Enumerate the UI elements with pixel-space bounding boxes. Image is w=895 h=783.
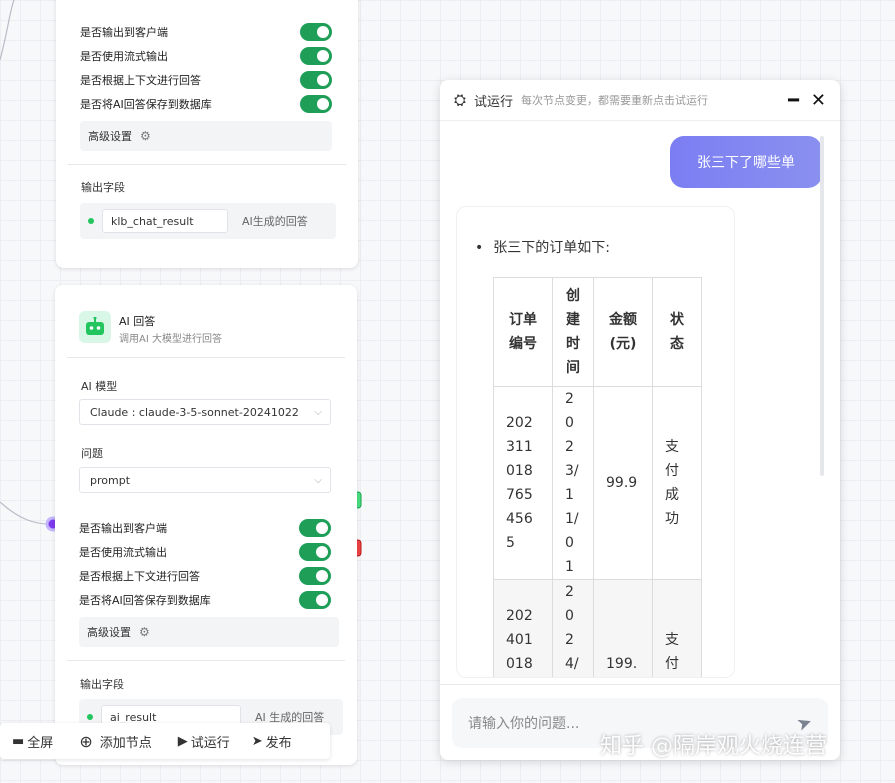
table-cell: 199.9 [593, 579, 653, 677]
toggle-row: 是否根据上下文进行回答 [80, 68, 332, 92]
toggle-label: 是否根据上下文进行回答 [80, 74, 201, 87]
debug-icon: ⛭ [454, 91, 467, 109]
toggle-label: 是否输出到客户端 [79, 522, 167, 535]
divider [68, 164, 346, 165]
toggle-switch[interactable] [299, 567, 331, 585]
table-cell: 2024/01/01 [552, 579, 594, 677]
robot-icon [79, 311, 111, 343]
table-cell: 2024010184334750 [493, 579, 553, 677]
publish-button[interactable]: ➤ 发布 [252, 732, 292, 751]
trial-run-panel: ⛭ 试运行 每次节点变更，都需要重新点击试运行 ━ ✕ 张三下了哪些单 张三下的… [440, 80, 840, 760]
ai-answer-node[interactable]: AI 回答 调用AI 大模型进行回答 AI 模型 Claude : claude… [55, 285, 357, 765]
table-cell: 2023110187654565 [493, 386, 553, 580]
table-row: 2023110187654565 2023/11/01 99.9 支付成功 [493, 386, 702, 580]
toggle-label: 是否使用流式输出 [79, 546, 167, 559]
user-message-text: 张三下了哪些单 [697, 155, 795, 171]
divider [67, 357, 345, 358]
output-field-row: klb_chat_result AI生成的回答 [80, 203, 336, 239]
fullscreen-button[interactable]: ▬ 全屏 [12, 732, 53, 751]
toggle-switch[interactable] [299, 519, 331, 537]
toggle-switch[interactable] [300, 95, 332, 113]
node-subtitle: 调用AI 大模型进行回答 [119, 334, 222, 345]
toggle-switch[interactable] [300, 23, 332, 41]
toggle-row: 是否根据上下文进行回答 [79, 564, 331, 588]
ai-message-bubble: 张三下的订单如下: 订单编号 创建时间 金额(元) 状态 20231101876… [456, 206, 735, 678]
node-title: AI 回答 [119, 315, 156, 328]
toggle-label: 是否将AI回答保存到数据库 [79, 594, 211, 607]
table-header: 创建时间 [552, 277, 594, 387]
toggle-switch[interactable] [300, 47, 332, 65]
gear-icon: ⚙ [139, 625, 150, 639]
toggle-row: 是否将AI回答保存到数据库 [80, 92, 332, 116]
table-header: 订单编号 [493, 277, 553, 387]
toggle-label: 是否使用流式输出 [80, 50, 168, 63]
output-section-label: 输出字段 [81, 181, 125, 194]
toggle-switch[interactable] [299, 591, 331, 609]
panel-header: ⛭ 试运行 每次节点变更，都需要重新点击试运行 ━ ✕ [440, 80, 840, 121]
table-cell: 99.9 [593, 386, 653, 580]
canvas-toolbar: ▬ 全屏 ⊕ 添加节点 ▶ 试运行 ➤ 发布 [0, 723, 330, 759]
model-label: AI 模型 [81, 380, 118, 393]
model-select-value: Claude : claude-3-5-sonnet-20241022 [90, 406, 299, 419]
question-select[interactable]: prompt ⌵ [79, 467, 331, 493]
question-select-value: prompt [90, 474, 131, 487]
model-select[interactable]: Claude : claude-3-5-sonnet-20241022 ⌵ [79, 399, 331, 425]
toggle-label: 是否输出到客户端 [80, 26, 168, 39]
toggle-row: 是否使用流式输出 [80, 44, 332, 68]
add-node-label: 添加节点 [99, 735, 152, 751]
output-section-label: 输出字段 [80, 678, 124, 691]
send-icon: ➤ [251, 733, 263, 749]
chat-scrollbar[interactable] [820, 136, 824, 476]
play-icon: ▶ [177, 733, 188, 749]
panel-hint: 每次节点变更，都需要重新点击试运行 [521, 94, 709, 107]
advanced-settings-label: 高级设置 [88, 130, 132, 143]
divider [440, 684, 840, 685]
toggle-switch[interactable] [299, 543, 331, 561]
toggle-row: 是否将AI回答保存到数据库 [79, 588, 331, 612]
orders-table: 订单编号 创建时间 金额(元) 状态 2023110187654565 2023… [493, 277, 702, 677]
status-dot [87, 714, 93, 720]
advanced-settings[interactable]: 高级设置 ⚙ [79, 617, 339, 647]
toggle-label: 是否将AI回答保存到数据库 [80, 98, 212, 111]
toggle-switch[interactable] [300, 71, 332, 89]
question-label: 问题 [81, 447, 103, 460]
output-field-desc: AI生成的回答 [242, 215, 308, 228]
divider [67, 660, 345, 661]
add-node-button[interactable]: ⊕ 添加节点 [79, 732, 151, 751]
trial-run-label: 试运行 [190, 735, 230, 751]
node2-toggles: 是否输出到客户端 是否使用流式输出 是否根据上下文进行回答 是否将AI回答保存到… [79, 516, 331, 612]
plus-circle-icon: ⊕ [79, 731, 93, 751]
monitor-icon: ▬ [12, 733, 25, 749]
trial-run-button[interactable]: ▶ 试运行 [178, 732, 230, 751]
gear-icon: ⚙ [140, 129, 151, 143]
chevron-down-icon: ⌵ [314, 475, 322, 486]
toggle-label: 是否根据上下文进行回答 [79, 570, 200, 583]
table-cell: 支付成功 [652, 579, 702, 677]
publish-label: 发布 [265, 735, 292, 751]
fullscreen-label: 全屏 [27, 735, 54, 751]
status-dot [88, 218, 94, 224]
panel-title: 试运行 [474, 94, 514, 110]
toggle-row: 是否输出到客户端 [79, 516, 331, 540]
minimize-icon[interactable]: ━ [788, 90, 799, 111]
output-field-input[interactable]: klb_chat_result [102, 209, 228, 233]
table-header-row: 订单编号 创建时间 金额(元) 状态 [493, 277, 702, 387]
table-header: 金额(元) [593, 277, 653, 387]
table-header: 状态 [652, 277, 702, 387]
node1-toggles: 是否输出到客户端 是否使用流式输出 是否根据上下文进行回答 是否将AI回答保存到… [80, 20, 332, 116]
close-icon[interactable]: ✕ [811, 90, 826, 111]
advanced-settings-label: 高级设置 [87, 626, 131, 639]
watermark: 知乎 @隔岸观火烧连营 [600, 734, 827, 759]
toggle-row: 是否输出到客户端 [80, 20, 332, 44]
chat-node-top[interactable]: 是否输出到客户端 是否使用流式输出 是否根据上下文进行回答 是否将AI回答保存到… [56, 0, 358, 268]
table-cell: 2023/11/01 [552, 386, 594, 580]
chevron-down-icon: ⌵ [314, 407, 322, 418]
table-row: 2024010184334750 2024/01/01 199.9 支付成功 [493, 579, 702, 677]
table-cell: 支付成功 [652, 386, 702, 580]
toggle-row: 是否使用流式输出 [79, 540, 331, 564]
ai-intro-text: 张三下的订单如下: [475, 237, 610, 257]
user-message-bubble: 张三下了哪些单 [670, 136, 822, 188]
advanced-settings[interactable]: 高级设置 ⚙ [80, 121, 332, 151]
